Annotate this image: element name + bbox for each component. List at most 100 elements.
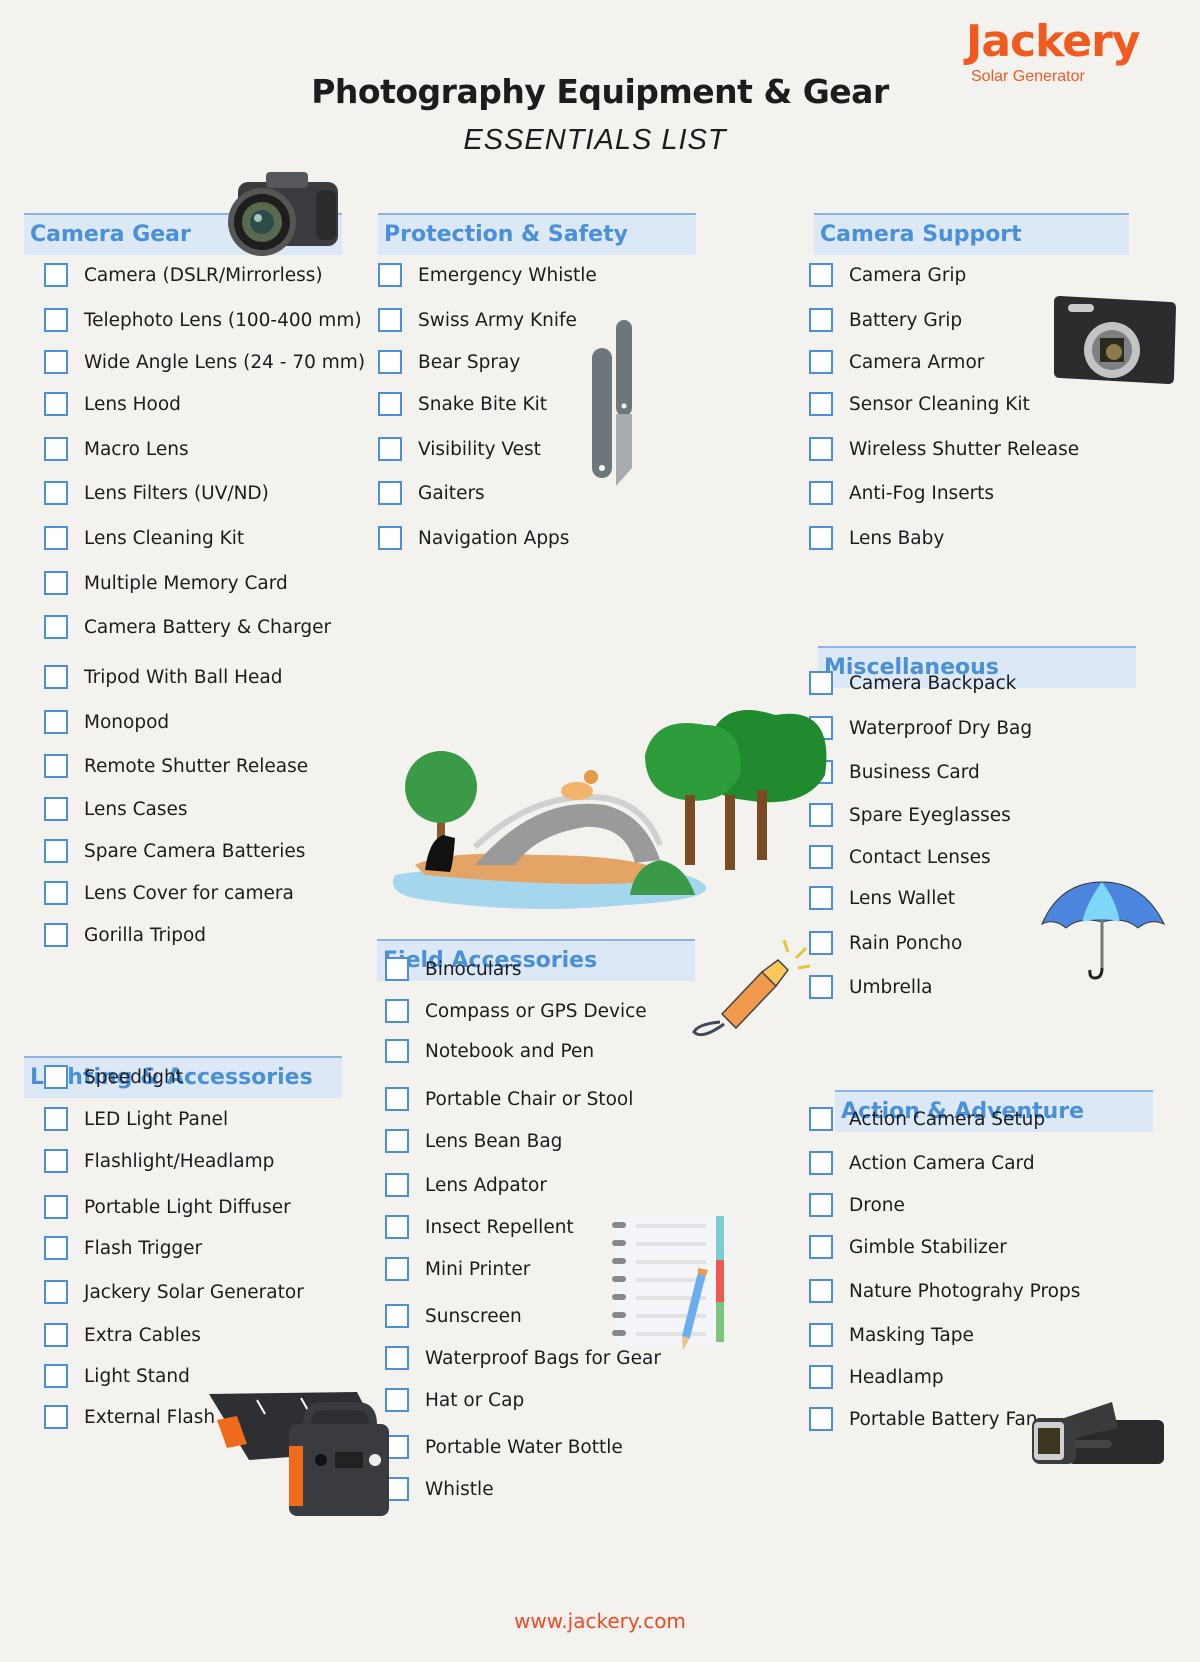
checklist-item[interactable]: Lens Hood: [44, 389, 181, 419]
checkbox[interactable]: [44, 392, 68, 416]
checklist-item[interactable]: Gaiters: [378, 478, 485, 508]
checklist-item[interactable]: Visibility Vest: [378, 434, 541, 464]
checklist-item[interactable]: Rain Poncho: [809, 928, 962, 958]
checkbox[interactable]: [44, 1405, 68, 1429]
checkbox[interactable]: [809, 1407, 833, 1431]
checkbox[interactable]: [809, 1279, 833, 1303]
checklist-item[interactable]: Camera Backpack: [809, 668, 1016, 698]
checkbox[interactable]: [44, 571, 68, 595]
checklist-item[interactable]: Mini Printer: [385, 1254, 530, 1284]
checkbox[interactable]: [809, 437, 833, 461]
checkbox[interactable]: [44, 923, 68, 947]
checkbox[interactable]: [809, 526, 833, 550]
checkbox[interactable]: [809, 1365, 833, 1389]
checklist-item[interactable]: Light Stand: [44, 1361, 190, 1391]
checkbox[interactable]: [44, 754, 68, 778]
checklist-item[interactable]: Battery Grip: [809, 305, 962, 335]
checkbox[interactable]: [44, 1280, 68, 1304]
checkbox[interactable]: [809, 263, 833, 287]
checkbox[interactable]: [44, 665, 68, 689]
checkbox[interactable]: [44, 797, 68, 821]
checklist-item[interactable]: Camera (DSLR/Mirrorless): [44, 260, 323, 290]
checkbox[interactable]: [809, 975, 833, 999]
checkbox[interactable]: [385, 1215, 409, 1239]
footer-website-link[interactable]: www.jackery.com: [0, 1609, 1200, 1633]
checkbox[interactable]: [44, 526, 68, 550]
checkbox[interactable]: [44, 1323, 68, 1347]
checkbox[interactable]: [44, 1149, 68, 1173]
checklist-item[interactable]: Portable Light Diffuser: [44, 1192, 291, 1222]
checkbox[interactable]: [385, 1039, 409, 1063]
checkbox[interactable]: [44, 1107, 68, 1131]
checklist-item[interactable]: Contact Lenses: [809, 842, 991, 872]
checkbox[interactable]: [44, 308, 68, 332]
checklist-item[interactable]: Portable Water Bottle: [385, 1432, 623, 1462]
checklist-item[interactable]: Waterproof Dry Bag: [809, 713, 1032, 743]
checklist-item[interactable]: Lens Bean Bag: [385, 1126, 562, 1156]
checklist-item[interactable]: Navigation Apps: [378, 523, 569, 553]
checklist-item[interactable]: Drone: [809, 1190, 905, 1220]
checkbox[interactable]: [385, 1087, 409, 1111]
checkbox[interactable]: [809, 1193, 833, 1217]
checklist-item[interactable]: Jackery Solar Generator: [44, 1277, 304, 1307]
checklist-item[interactable]: Lens Adpator: [385, 1170, 547, 1200]
checkbox[interactable]: [378, 481, 402, 505]
checkbox[interactable]: [809, 308, 833, 332]
checkbox[interactable]: [385, 957, 409, 981]
checkbox[interactable]: [44, 1195, 68, 1219]
checklist-item[interactable]: Flash Trigger: [44, 1233, 202, 1263]
checklist-item[interactable]: Gorilla Tripod: [44, 920, 206, 950]
checkbox[interactable]: [385, 1257, 409, 1281]
checkbox[interactable]: [809, 350, 833, 374]
checklist-item[interactable]: Camera Armor: [809, 347, 984, 377]
checkbox[interactable]: [44, 437, 68, 461]
checkbox[interactable]: [378, 350, 402, 374]
checkbox[interactable]: [378, 263, 402, 287]
checklist-item[interactable]: Monopod: [44, 707, 169, 737]
checklist-item[interactable]: Lens Filters (UV/ND): [44, 478, 269, 508]
checkbox[interactable]: [44, 1065, 68, 1089]
checklist-item[interactable]: Wireless Shutter Release: [809, 434, 1079, 464]
checklist-item[interactable]: Speedlight: [44, 1062, 183, 1092]
checklist-item[interactable]: Macro Lens: [44, 434, 189, 464]
checkbox[interactable]: [809, 1235, 833, 1259]
checklist-item[interactable]: Gimble Stabilizer: [809, 1232, 1007, 1262]
checklist-item[interactable]: Emergency Whistle: [378, 260, 597, 290]
checklist-item[interactable]: Snake Bite Kit: [378, 389, 547, 419]
checklist-item[interactable]: Headlamp: [809, 1362, 944, 1392]
checklist-item[interactable]: Lens Cases: [44, 794, 188, 824]
checkbox[interactable]: [809, 1323, 833, 1347]
checkbox[interactable]: [809, 1151, 833, 1175]
checkbox[interactable]: [44, 615, 68, 639]
checklist-item[interactable]: LED Light Panel: [44, 1104, 228, 1134]
checklist-item[interactable]: Portable Battery Fan: [809, 1404, 1038, 1434]
checklist-item[interactable]: Sensor Cleaning Kit: [809, 389, 1030, 419]
checklist-item[interactable]: External Flash: [44, 1402, 215, 1432]
checklist-item[interactable]: Notebook and Pen: [385, 1036, 594, 1066]
checklist-item[interactable]: Whistle: [385, 1474, 494, 1504]
checkbox[interactable]: [44, 263, 68, 287]
checkbox[interactable]: [378, 526, 402, 550]
checklist-item[interactable]: Multiple Memory Card: [44, 568, 288, 598]
checklist-item[interactable]: Nature Photograhy Props: [809, 1276, 1080, 1306]
checklist-item[interactable]: Lens Baby: [809, 523, 944, 553]
checklist-item[interactable]: Remote Shutter Release: [44, 751, 308, 781]
checkbox[interactable]: [809, 931, 833, 955]
checklist-item[interactable]: Portable Chair or Stool: [385, 1084, 633, 1114]
checklist-item[interactable]: Telephoto Lens (100-400 mm): [44, 305, 362, 335]
checkbox[interactable]: [385, 999, 409, 1023]
checkbox[interactable]: [44, 1236, 68, 1260]
checklist-item[interactable]: Spare Camera Batteries: [44, 836, 305, 866]
checklist-item[interactable]: Wide Angle Lens (24 - 70 mm): [44, 347, 365, 377]
checklist-item[interactable]: Extra Cables: [44, 1320, 201, 1350]
checklist-item[interactable]: Flashlight/Headlamp: [44, 1146, 274, 1176]
checkbox[interactable]: [378, 392, 402, 416]
checkbox[interactable]: [44, 350, 68, 374]
checklist-item[interactable]: Hat or Cap: [385, 1385, 524, 1415]
checklist-item[interactable]: Lens Cover for camera: [44, 878, 294, 908]
checkbox[interactable]: [44, 839, 68, 863]
checklist-item[interactable]: Camera Battery & Charger: [44, 612, 331, 642]
checklist-item[interactable]: Lens Cleaning Kit: [44, 523, 244, 553]
checklist-item[interactable]: Tripod With Ball Head: [44, 662, 282, 692]
checkbox[interactable]: [44, 710, 68, 734]
